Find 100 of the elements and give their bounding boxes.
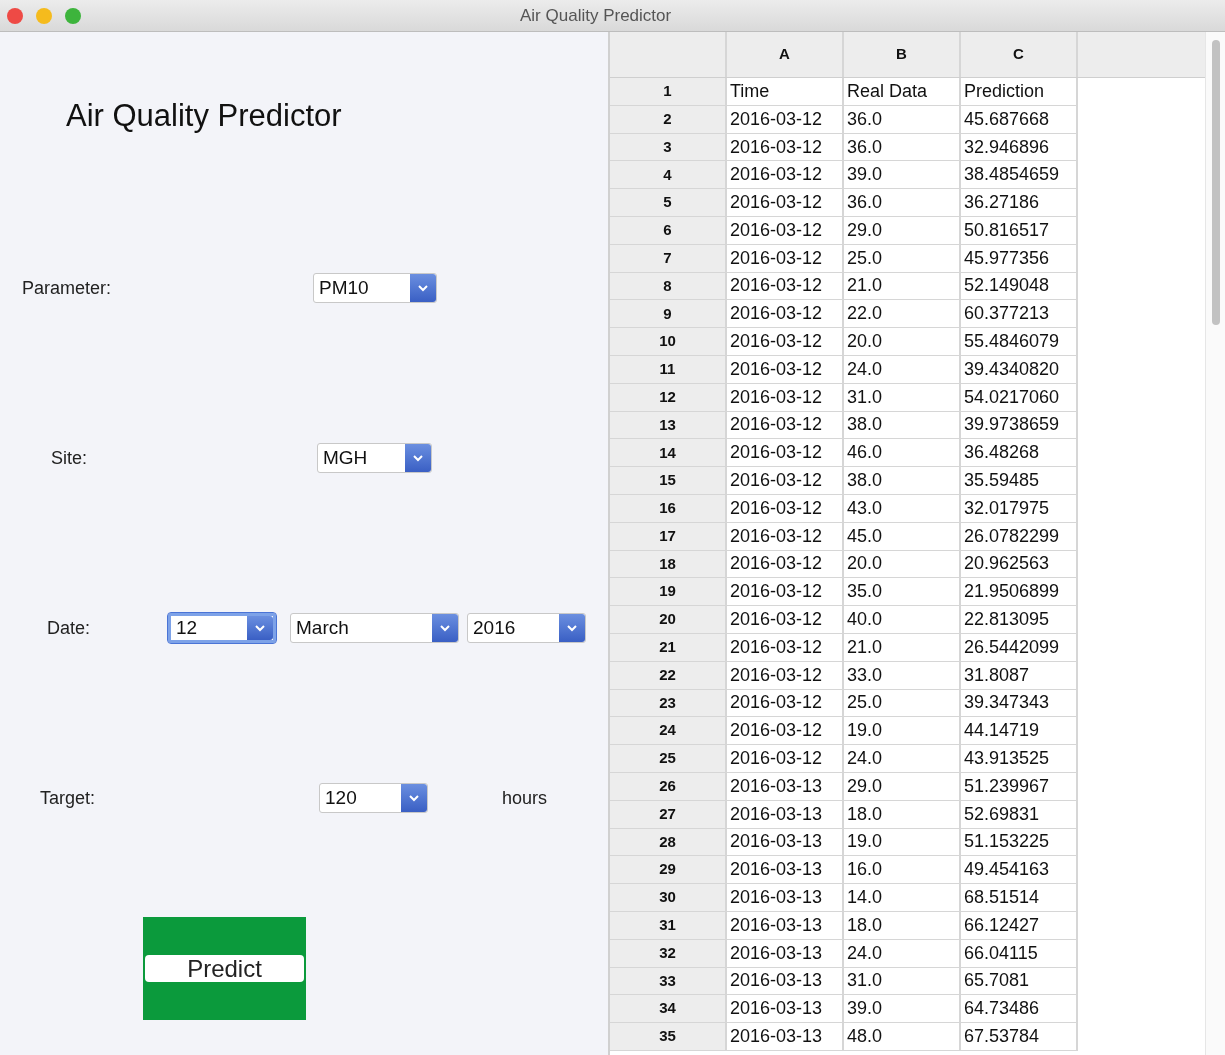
table-cell: 44.14719: [961, 717, 1078, 746]
table-cell: 2016-03-13: [727, 995, 844, 1024]
row-header[interactable]: 29: [610, 856, 727, 885]
row-header[interactable]: 25: [610, 745, 727, 773]
table-cell: 65.7081: [961, 967, 1078, 996]
predict-button[interactable]: Predict: [145, 955, 304, 982]
table-cell: 2016-03-12: [727, 244, 844, 273]
table-cell: 2016-03-12: [727, 467, 844, 495]
row-header[interactable]: 4: [610, 161, 727, 190]
table-cell: 29.0: [844, 772, 961, 801]
row-header[interactable]: 1: [610, 78, 727, 106]
table-cell: 2016-03-12: [727, 133, 844, 162]
row-header[interactable]: 7: [610, 244, 727, 273]
zoom-button[interactable]: [65, 7, 81, 24]
row-header[interactable]: 31: [610, 911, 727, 940]
table-cell: 19.0: [844, 828, 961, 857]
row-header[interactable]: 15: [610, 467, 727, 495]
table-cell: 51.239967: [961, 772, 1078, 801]
table-cell: Real Data: [844, 78, 961, 106]
row-header[interactable]: 12: [610, 383, 727, 412]
row-header[interactable]: 30: [610, 884, 727, 912]
row-header[interactable]: 32: [610, 939, 727, 968]
dropdown[interactable]: 12: [168, 613, 276, 643]
table-cell: 38.0: [844, 467, 961, 495]
row-header[interactable]: 14: [610, 439, 727, 468]
table-cell: 20.962563: [961, 550, 1078, 579]
table-cell: 2016-03-12: [727, 717, 844, 746]
row-header[interactable]: 8: [610, 272, 727, 301]
table-cell: 2016-03-13: [727, 967, 844, 996]
row-header[interactable]: 10: [610, 328, 727, 356]
row-header[interactable]: 24: [610, 717, 727, 746]
row-header[interactable]: 11: [610, 355, 727, 384]
row-header[interactable]: 20: [610, 606, 727, 634]
table-cell: 2016-03-12: [727, 661, 844, 690]
row-header[interactable]: 22: [610, 661, 727, 690]
table-cell: 43.913525: [961, 745, 1078, 773]
table-cell: 60.377213: [961, 300, 1078, 329]
window-title: Air Quality Predictor: [520, 4, 672, 27]
dropdown[interactable]: PM10: [313, 273, 437, 303]
table-cell: 36.0: [844, 189, 961, 217]
field-label: Parameter:: [22, 276, 113, 300]
table-cell: 35.59485: [961, 467, 1078, 495]
table-cell: 68.51514: [961, 884, 1078, 912]
row-header[interactable]: 2: [610, 105, 727, 134]
table-cell: 21.9506899: [961, 578, 1078, 607]
row-header[interactable]: 28: [610, 828, 727, 857]
table-cell: 33.0: [844, 661, 961, 690]
row-header[interactable]: 26: [610, 772, 727, 801]
table-cell: 52.149048: [961, 272, 1078, 301]
column-header[interactable]: C: [961, 32, 1078, 77]
table-cell: 38.4854659: [961, 161, 1078, 190]
row-header[interactable]: 18: [610, 550, 727, 579]
table-cell: 21.0: [844, 633, 961, 662]
row-header[interactable]: 17: [610, 522, 727, 551]
table-cell: 24.0: [844, 939, 961, 968]
column-header[interactable]: A: [727, 32, 844, 77]
dropdown[interactable]: 2016: [467, 613, 586, 643]
row-header[interactable]: 27: [610, 800, 727, 829]
table-cell: 2016-03-13: [727, 1023, 844, 1051]
row-header[interactable]: 3: [610, 133, 727, 162]
table-cell: 16.0: [844, 856, 961, 885]
table-cell: 2016-03-12: [727, 383, 844, 412]
table-cell: 32.017975: [961, 494, 1078, 523]
row-header[interactable]: 23: [610, 689, 727, 718]
row-header[interactable]: 21: [610, 633, 727, 662]
row-header[interactable]: 19: [610, 578, 727, 607]
dropdown[interactable]: MGH: [317, 443, 432, 473]
table-cell: 2016-03-13: [727, 828, 844, 857]
close-button[interactable]: [7, 7, 23, 24]
table-cell: 29.0: [844, 217, 961, 245]
scrollbar-thumb[interactable]: [1211, 40, 1220, 325]
chevron-icon: [410, 274, 436, 302]
chevron-icon: [401, 784, 427, 812]
row-header[interactable]: 35: [610, 1023, 727, 1051]
column-header[interactable]: B: [844, 32, 961, 77]
row-header[interactable]: 9: [610, 300, 727, 329]
table-cell: 2016-03-12: [727, 300, 844, 329]
table-cell: 21.0: [844, 272, 961, 301]
table-cell: 54.0217060: [961, 383, 1078, 412]
table-cell: 39.0: [844, 995, 961, 1024]
table-cell: 2016-03-12: [727, 494, 844, 523]
table-cell: 19.0: [844, 717, 961, 746]
table-cell: Prediction: [961, 78, 1078, 106]
minimize-button[interactable]: [36, 7, 52, 24]
table-cell: 39.9738659: [961, 411, 1078, 440]
table-cell: 2016-03-13: [727, 800, 844, 829]
table-cell: 2016-03-12: [727, 411, 844, 440]
row-header[interactable]: 5: [610, 189, 727, 217]
table-cell: 20.0: [844, 328, 961, 356]
row-header[interactable]: 34: [610, 995, 727, 1024]
table-cell: 2016-03-12: [727, 745, 844, 773]
row-header[interactable]: 33: [610, 967, 727, 996]
table-cell: 39.4340820: [961, 355, 1078, 384]
dropdown[interactable]: March: [290, 613, 459, 643]
row-header[interactable]: 13: [610, 411, 727, 440]
row-header[interactable]: 16: [610, 494, 727, 523]
table-cell: 51.153225: [961, 828, 1078, 857]
table-cell: 14.0: [844, 884, 961, 912]
row-header[interactable]: 6: [610, 217, 727, 245]
dropdown[interactable]: 120: [319, 783, 428, 813]
